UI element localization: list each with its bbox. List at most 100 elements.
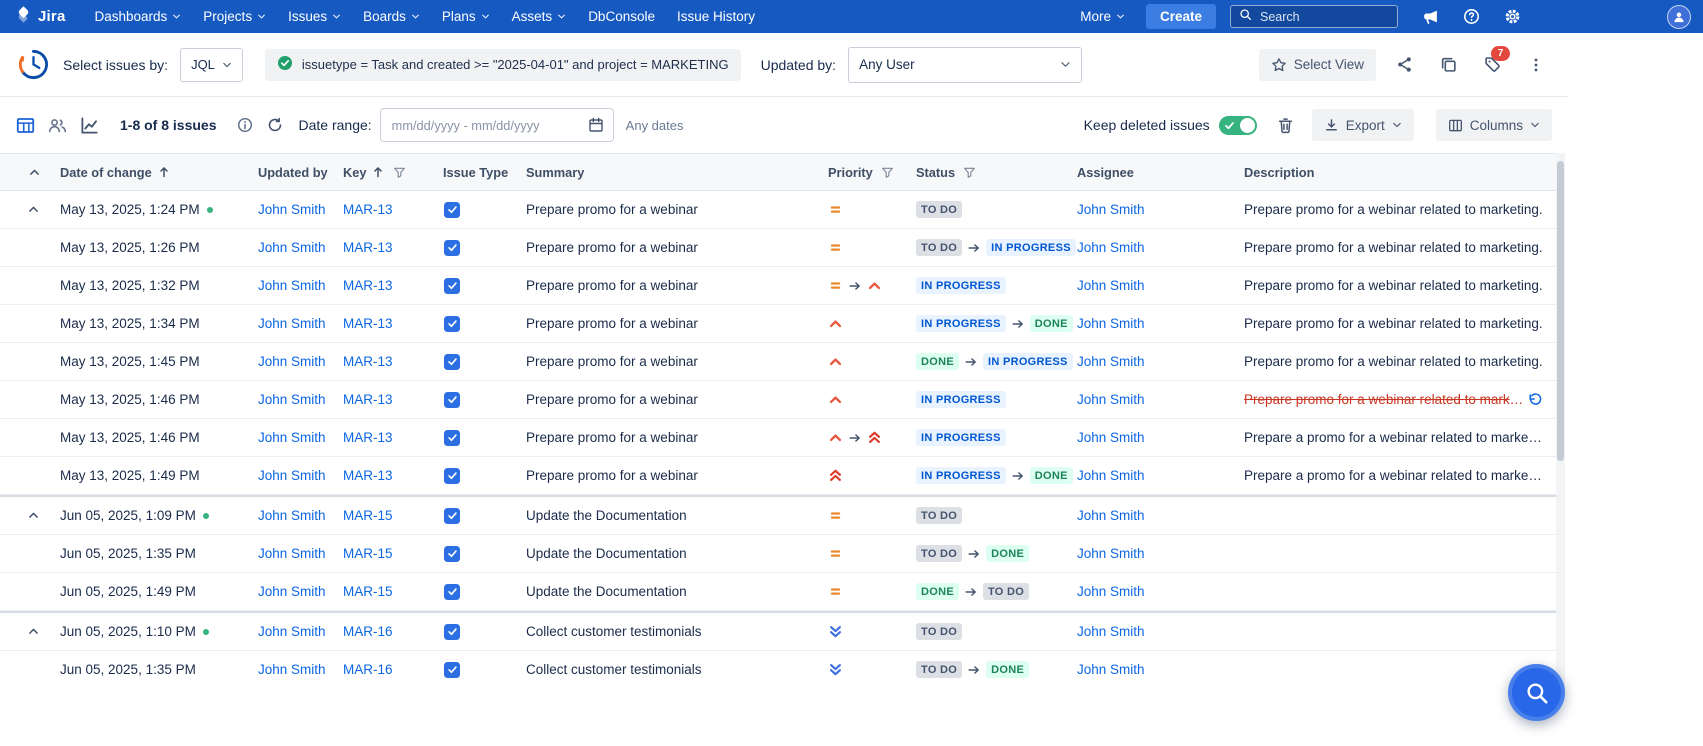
assignee-link[interactable]: John Smith [1077,202,1145,217]
collapse-group-icon[interactable] [27,203,40,216]
search-input[interactable] [1258,9,1389,25]
issue-key-link[interactable]: MAR-15 [343,546,393,561]
collapse-group-icon[interactable] [27,509,40,522]
updated-by-link[interactable]: John Smith [258,278,326,293]
assignee-link[interactable]: John Smith [1077,354,1145,369]
assignee-link[interactable]: John Smith [1077,278,1145,293]
updated-by-link[interactable]: John Smith [258,508,326,523]
issue-key-link[interactable]: MAR-13 [343,392,393,407]
nav-item-plans[interactable]: Plans [431,0,501,33]
jql-query-chip[interactable]: issuetype = Task and created >= "2025-04… [265,49,741,81]
jira-logo[interactable]: Jira [14,5,66,29]
query-mode-dropdown[interactable]: JQL [180,48,243,82]
collapse-all-icon[interactable] [28,166,41,179]
assignee-link[interactable]: John Smith [1077,546,1145,561]
updated-by-link[interactable]: John Smith [258,662,326,677]
assignee-link[interactable]: John Smith [1077,624,1145,639]
announcements-megaphone-icon[interactable] [1422,8,1439,25]
assignee-link[interactable]: John Smith [1077,662,1145,677]
table-cell: Jun 05, 2025, 1:49 PM [60,584,258,599]
settings-gear-icon[interactable] [1504,8,1521,25]
updated-by-link[interactable]: John Smith [258,202,326,217]
updated-by-select[interactable]: Any User [848,47,1082,83]
people-view-icon[interactable] [48,116,67,135]
refresh-icon[interactable] [267,117,283,133]
search-fab-button[interactable] [1508,664,1565,721]
updated-by-link[interactable]: John Smith [258,316,326,331]
nav-item-assets[interactable]: Assets [501,0,578,33]
updated-by-link[interactable]: John Smith [258,546,326,561]
nav-more[interactable]: More [1069,0,1136,33]
nav-item-boards[interactable]: Boards [352,0,431,33]
create-button[interactable]: Create [1146,4,1216,29]
select-view-button[interactable]: Select View [1259,49,1376,81]
updated-by-link[interactable]: John Smith [258,430,326,445]
filter-funnel-icon[interactable] [393,166,406,179]
header-date-of-change[interactable]: Date of change [60,165,152,180]
info-icon[interactable] [237,117,253,133]
toggle-knob [1240,118,1255,133]
vertical-scrollbar[interactable] [1556,153,1565,686]
updated-by-link[interactable]: John Smith [258,392,326,407]
issue-key-link[interactable]: MAR-13 [343,316,393,331]
sort-asc-icon[interactable] [157,165,171,179]
search-box[interactable] [1230,5,1398,28]
updated-by-link[interactable]: John Smith [258,354,326,369]
header-description[interactable]: Description [1244,165,1314,180]
issue-key-link[interactable]: MAR-13 [343,278,393,293]
issue-key-link[interactable]: MAR-13 [343,468,393,483]
filter-funnel-icon[interactable] [881,166,894,179]
header-updated-by[interactable]: Updated by [258,165,328,180]
copy-view-icon[interactable] [1432,49,1464,81]
date-range-field[interactable] [380,108,614,142]
header-summary[interactable]: Summary [526,165,584,180]
updated-by-link[interactable]: John Smith [258,240,326,255]
header-assignee[interactable]: Assignee [1077,165,1134,180]
issue-key-link[interactable]: MAR-16 [343,624,393,639]
table-view-icon[interactable] [16,116,35,135]
header-status[interactable]: Status [916,165,955,180]
header-issue-type[interactable]: Issue Type [443,165,508,180]
issue-key-link[interactable]: MAR-13 [343,430,393,445]
filter-funnel-icon[interactable] [963,166,976,179]
scrollbar-thumb[interactable] [1557,161,1564,461]
nav-item-issue-history[interactable]: Issue History [666,0,766,33]
help-icon[interactable] [1463,8,1480,25]
nav-item-issues[interactable]: Issues [277,0,352,33]
sort-asc-icon[interactable] [371,165,385,179]
nav-item-dashboards[interactable]: Dashboards [84,0,193,33]
assignee-link[interactable]: John Smith [1077,240,1145,255]
nav-item-projects[interactable]: Projects [192,0,277,33]
date-range-input[interactable] [390,117,588,134]
issue-key-link[interactable]: MAR-16 [343,662,393,677]
restore-description-icon[interactable] [1527,392,1543,408]
assignee-link[interactable]: John Smith [1077,584,1145,599]
assignee-link[interactable]: John Smith [1077,316,1145,331]
collapse-group-icon[interactable] [27,625,40,638]
header-key[interactable]: Key [343,165,366,180]
issue-key-link[interactable]: MAR-13 [343,202,393,217]
nav-item-dbconsole[interactable]: DbConsole [577,0,666,33]
export-button[interactable]: Export [1312,109,1414,141]
user-avatar[interactable] [1667,5,1691,29]
issue-key-link[interactable]: MAR-13 [343,240,393,255]
assignee-link[interactable]: John Smith [1077,508,1145,523]
chart-view-icon[interactable] [80,116,99,135]
updated-by-link[interactable]: John Smith [258,624,326,639]
more-options-kebab-icon[interactable] [1520,49,1552,81]
issue-key-link[interactable]: MAR-15 [343,584,393,599]
assignee-link[interactable]: John Smith [1077,430,1145,445]
calendar-icon[interactable] [588,117,604,133]
updated-by-link[interactable]: John Smith [258,584,326,599]
columns-button[interactable]: Columns [1436,109,1552,141]
header-priority[interactable]: Priority [828,165,873,180]
issue-key-link[interactable]: MAR-15 [343,508,393,523]
issue-key-link[interactable]: MAR-13 [343,354,393,369]
share-icon[interactable] [1388,49,1420,81]
updated-by-link[interactable]: John Smith [258,468,326,483]
assignee-link[interactable]: John Smith [1077,392,1145,407]
keep-deleted-toggle[interactable] [1219,116,1257,135]
assignee-link[interactable]: John Smith [1077,468,1145,483]
trash-icon[interactable] [1277,117,1294,134]
labels-tag-icon[interactable]: 7 [1476,49,1508,81]
